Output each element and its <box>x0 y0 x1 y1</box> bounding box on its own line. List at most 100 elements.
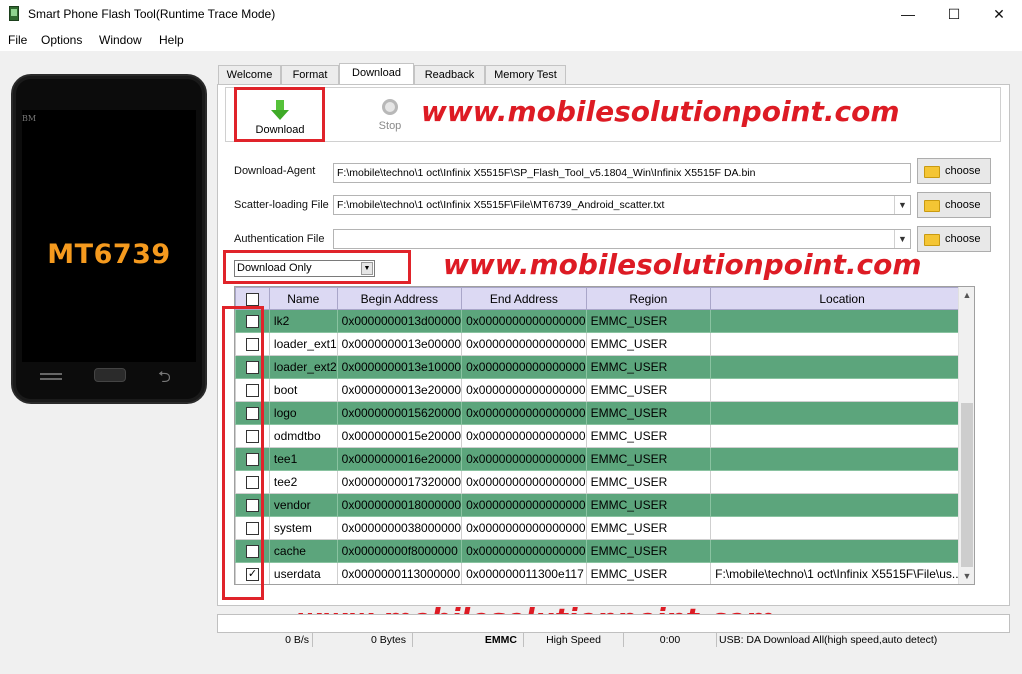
cell-name: loader_ext2 <box>268 355 338 379</box>
cell-region: EMMC_USER <box>585 424 712 448</box>
scatter-file-label: Scatter-loading File <box>234 199 329 211</box>
cell-location <box>710 355 974 379</box>
tab-readback[interactable]: Readback <box>414 65 485 84</box>
column-header-end-address[interactable]: End Address <box>461 287 587 310</box>
highlight-download-button <box>234 87 325 142</box>
cell-name: tee2 <box>268 470 338 494</box>
tab-memory-test[interactable]: Memory Test <box>485 65 566 84</box>
cell-end-address: 0x0000000000000000 <box>461 378 587 402</box>
cell-begin-address: 0x0000000015e20000 <box>336 424 463 448</box>
phone-image: BM MT6739 ⮌ <box>11 74 207 404</box>
table-row[interactable]: vendor 0x0000000018000000 0x00000000000000… <box>235 493 974 517</box>
table-scrollbar[interactable]: ▲ ▼ <box>958 287 974 584</box>
scatter-file-field[interactable]: F:\mobile\techno\1 oct\Infinix X5515F\Fi… <box>333 195 911 215</box>
scroll-thumb[interactable] <box>961 403 973 567</box>
scroll-up-icon[interactable]: ▲ <box>959 287 975 303</box>
phone-menu-icon <box>40 373 62 380</box>
phone-back-icon: ⮌ <box>158 369 171 386</box>
scroll-down-icon[interactable]: ▼ <box>959 568 975 584</box>
chevron-down-icon[interactable]: ▼ <box>894 196 910 214</box>
cell-begin-address: 0x0000000013e10000 <box>336 355 463 379</box>
stop-button[interactable]: Stop <box>370 99 410 137</box>
table-row[interactable]: system 0x0000000038000000 0x00000000000000… <box>235 516 974 540</box>
menu-file[interactable]: File <box>8 33 27 47</box>
table-row[interactable]: logo 0x0000000015620000 0x0000000000000000… <box>235 401 974 425</box>
cell-region: EMMC_USER <box>585 539 712 563</box>
cell-region: EMMC_USER <box>585 401 712 425</box>
cell-name: tee1 <box>268 447 338 471</box>
checkbox-icon[interactable] <box>245 292 259 306</box>
cell-location: F:\mobile\techno\1 oct\Infinix X5515F\Fi… <box>710 562 974 584</box>
tab-welcome[interactable]: Welcome <box>218 65 281 84</box>
cell-begin-address: 0x0000000018000000 <box>336 493 463 517</box>
column-header-region[interactable]: Region <box>585 287 712 310</box>
table-row[interactable]: tee1 0x0000000016e20000 0x0000000000000000… <box>235 447 974 471</box>
auth-file-field[interactable]: ▼ <box>333 229 911 249</box>
phone-home-button <box>94 368 126 382</box>
chipset-label: MT6739 <box>47 239 171 270</box>
choose-scatter-button[interactable]: choose <box>917 192 991 218</box>
download-agent-label: Download-Agent <box>234 165 316 177</box>
title-bar: Smart Phone Flash Tool(Runtime Trace Mod… <box>0 0 1022 29</box>
column-header-location[interactable]: Location <box>710 287 974 310</box>
cell-begin-address: 0x0000000038000000 <box>336 516 463 540</box>
download-agent-field[interactable]: F:\mobile\techno\1 oct\Infinix X5515F\SP… <box>333 163 911 183</box>
table-header-row: Name Begin Address End Address Region Lo… <box>235 287 974 310</box>
cell-begin-address: 0x0000000013e00000 <box>336 332 463 356</box>
menu-options[interactable]: Options <box>41 33 82 47</box>
folder-icon <box>924 234 940 246</box>
stop-label: Stop <box>378 120 402 132</box>
cell-name: system <box>268 516 338 540</box>
table-row[interactable]: loader_ext1 0x0000000013e00000 0x000000000… <box>235 332 974 356</box>
partition-table: Name Begin Address End Address Region Lo… <box>234 286 975 585</box>
cell-location <box>710 493 974 517</box>
phone-screen <box>22 110 196 362</box>
cell-end-address: 0x0000000000000000 <box>461 424 587 448</box>
cell-end-address: 0x0000000000000000 <box>461 493 587 517</box>
table-row[interactable]: tee2 0x0000000017320000 0x0000000000000000… <box>235 470 974 494</box>
stop-icon <box>382 99 398 115</box>
column-header-name[interactable]: Name <box>268 287 338 310</box>
status-usb: USB: DA Download All(high speed,auto det… <box>719 634 938 646</box>
cell-region: EMMC_USER <box>585 378 712 402</box>
cell-begin-address: 0x00000000f8000000 <box>336 539 463 563</box>
table-row[interactable]: ✓ userdata 0x0000000113000000 0x00000001130… <box>235 562 974 584</box>
cell-region: EMMC_USER <box>585 470 712 494</box>
table-row[interactable]: odmdtbo 0x0000000015e20000 0x0000000000000… <box>235 424 974 448</box>
cell-region: EMMC_USER <box>585 309 712 333</box>
cell-region: EMMC_USER <box>585 355 712 379</box>
auth-file-label: Authentication File <box>234 233 325 245</box>
highlight-checkbox-column <box>222 306 264 600</box>
minimize-button[interactable]: — <box>885 0 931 29</box>
choose-download-agent-button[interactable]: choose <box>917 158 991 184</box>
cell-region: EMMC_USER <box>585 493 712 517</box>
watermark-text: www.mobilesolutionpoint.com <box>443 248 922 281</box>
choose-auth-button[interactable]: choose <box>917 226 991 252</box>
tab-format[interactable]: Format <box>281 65 339 84</box>
status-storage: EMMC <box>413 633 524 647</box>
menu-bar: File Options Window Help <box>0 29 1022 51</box>
table-row[interactable]: cache 0x00000000f8000000 0x000000000000000… <box>235 539 974 563</box>
menu-help[interactable]: Help <box>159 33 184 47</box>
cell-name: logo <box>268 401 338 425</box>
cell-region: EMMC_USER <box>585 562 712 584</box>
status-mode: High Speed <box>524 633 624 647</box>
cell-region: EMMC_USER <box>585 447 712 471</box>
cell-location <box>710 516 974 540</box>
cell-location <box>710 424 974 448</box>
close-button[interactable]: ✕ <box>976 0 1022 29</box>
maximize-button[interactable]: ☐ <box>931 0 977 29</box>
chevron-down-icon[interactable]: ▼ <box>894 230 910 248</box>
cell-begin-address: 0x0000000017320000 <box>336 470 463 494</box>
table-row[interactable]: lk2 0x0000000013d00000 0x0000000000000000 E… <box>235 309 974 333</box>
cell-end-address: 0x0000000000000000 <box>461 355 587 379</box>
table-row[interactable]: boot 0x0000000013e20000 0x0000000000000000… <box>235 378 974 402</box>
menu-window[interactable]: Window <box>99 33 142 47</box>
cell-name: lk2 <box>268 309 338 333</box>
table-row[interactable]: loader_ext2 0x0000000013e10000 0x000000000… <box>235 355 974 379</box>
cell-end-address: 0x0000000000000000 <box>461 309 587 333</box>
cell-end-address: 0x0000000000000000 <box>461 516 587 540</box>
column-header-begin-address[interactable]: Begin Address <box>336 287 463 310</box>
tab-download[interactable]: Download <box>339 63 414 85</box>
cell-begin-address: 0x0000000016e20000 <box>336 447 463 471</box>
